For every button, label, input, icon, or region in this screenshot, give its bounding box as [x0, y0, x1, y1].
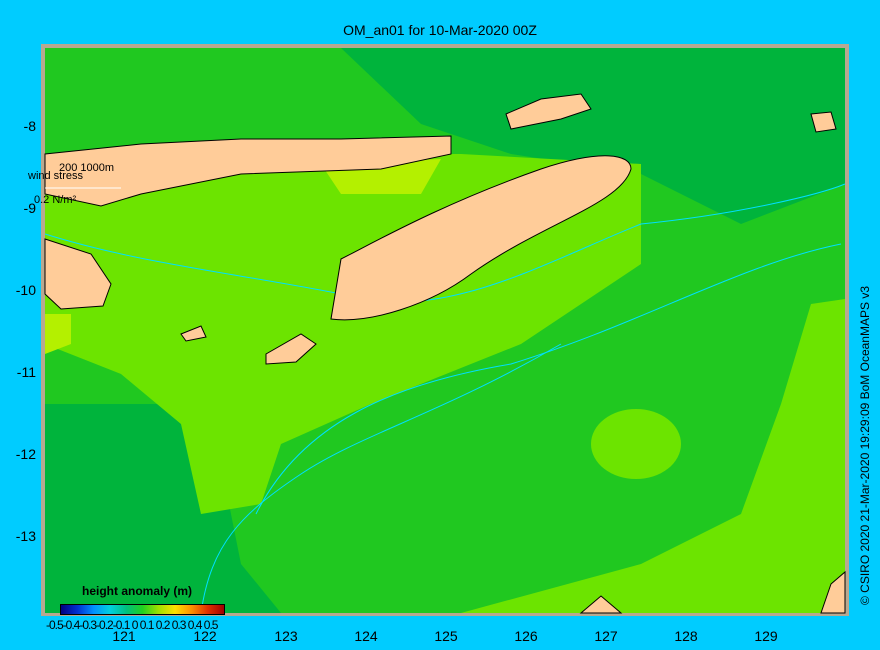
- lon-tick: 126: [514, 628, 538, 644]
- lon-tick: 123: [274, 628, 298, 644]
- lon-tick: 128: [674, 628, 698, 644]
- colorbar-ticks: -0.5-0.4-0.3-0.2-0.1 0 0.1 0.2 0.3 0.4 0…: [46, 618, 218, 632]
- light-green-eddy: [591, 409, 681, 479]
- lon-tick: 124: [354, 628, 378, 644]
- legend-title: height anomaly (m): [82, 584, 193, 598]
- lat-tick: -11: [16, 364, 36, 380]
- lat-tick: -10: [15, 282, 36, 298]
- lat-tick: -13: [15, 528, 36, 544]
- credit-text: © CSIRO 2020 21-Mar-2020 19:29:09 BoM Oc…: [858, 285, 872, 605]
- land-babar: [810, 111, 837, 133]
- wind-stress-label: wind stress: [28, 170, 84, 182]
- wind-scale-label: 0.2 N/m²: [34, 194, 77, 206]
- lat-tick: -8: [23, 118, 36, 134]
- lat-tick: -9: [23, 200, 36, 216]
- height-anomaly-map: [41, 44, 849, 616]
- lon-tick: 125: [434, 628, 458, 644]
- lat-tick: -12: [15, 446, 36, 462]
- lon-tick: 129: [754, 628, 778, 644]
- colorbar: [60, 604, 225, 615]
- map-title: OM_an01 for 10-Mar-2020 00Z: [343, 22, 537, 38]
- lon-tick: 127: [594, 628, 618, 644]
